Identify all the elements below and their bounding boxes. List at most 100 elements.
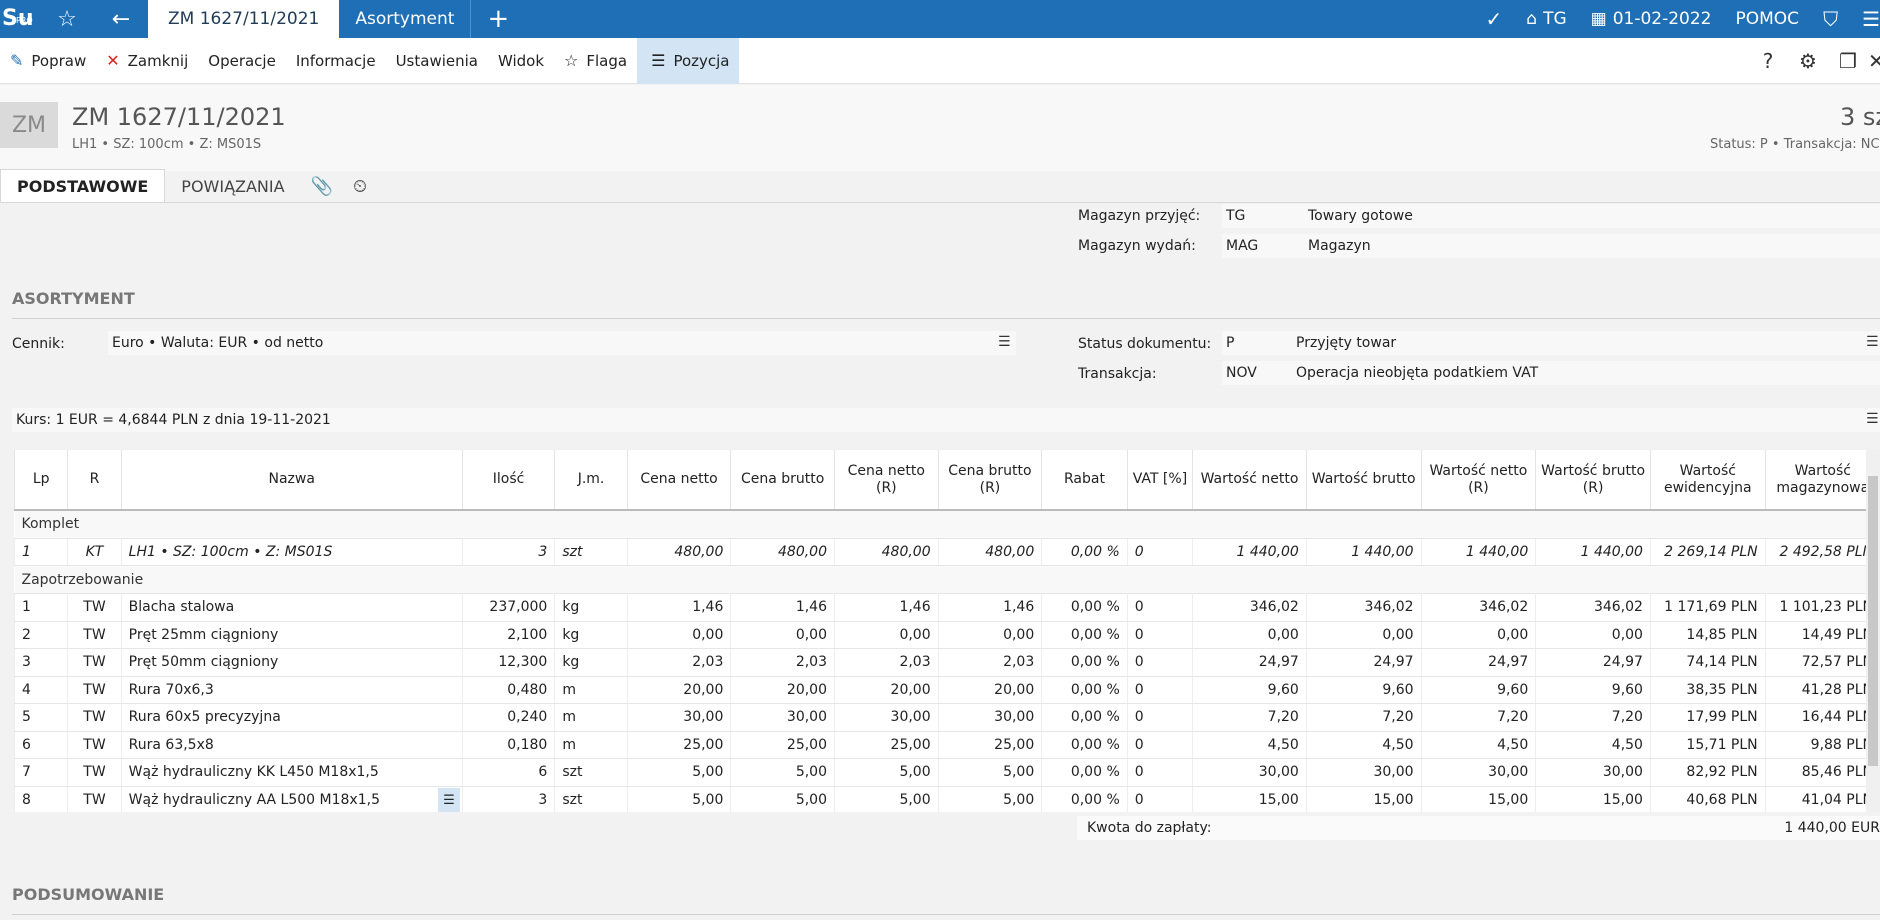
informacje-menu[interactable]: Informacje (286, 38, 386, 84)
col-header[interactable]: Wartość magazynowa (1764, 450, 1880, 511)
table-cell[interactable]: 0,00 % (1041, 593, 1128, 622)
table-cell[interactable]: 72,57 PLN (1764, 648, 1880, 677)
col-header[interactable]: J.m. (554, 450, 628, 511)
table-cell[interactable]: 40,68 PLN (1649, 786, 1766, 812)
table-cell[interactable]: 0 (1126, 538, 1193, 566)
table-row[interactable]: 4 TW Rura 70x6,3 0,480 m 20,00 20,00 20,00 20,00… (14, 676, 1880, 704)
table-cell[interactable]: Blacha stalowa (120, 593, 463, 622)
table-cell[interactable]: 4,50 (1535, 731, 1651, 759)
app-logo[interactable]: PRO Su (0, 0, 40, 38)
table-cell[interactable]: 0,00 (1305, 621, 1422, 649)
table-cell[interactable]: 3 (14, 648, 68, 677)
table-cell[interactable]: Wąż hydrauliczny AA L500 M18x1,5 (120, 786, 463, 812)
table-row[interactable]: 6 TW Rura 63,5x8 0,180 m 25,00 25,00 25,00 25,00… (14, 731, 1880, 759)
widok-menu[interactable]: Widok (488, 38, 554, 84)
table-cell[interactable]: 17,99 PLN (1649, 703, 1766, 732)
table-cell[interactable]: 0,00 (626, 621, 731, 649)
table-cell[interactable]: 6 (461, 758, 555, 787)
window-restore-icon[interactable]: ❐ (1828, 49, 1868, 73)
table-cell[interactable]: 2 (14, 621, 68, 649)
table-row[interactable]: 1 TW Blacha stalowa 237,000 kg 1,46 1,46 1,46 1,… (14, 593, 1880, 622)
table-cell[interactable]: 0,00 (937, 621, 1042, 649)
table-cell[interactable]: 0 (1126, 786, 1193, 812)
back-arrow-icon[interactable]: ← (94, 0, 148, 38)
table-cell[interactable]: Pręt 25mm ciągniony (120, 621, 463, 649)
tab-asortyment[interactable]: Asortyment (339, 0, 472, 38)
table-cell[interactable]: m (554, 703, 628, 732)
table-cell[interactable]: 5,00 (730, 758, 835, 787)
table-cell[interactable]: 5,00 (937, 786, 1042, 812)
table-cell[interactable]: 4 (14, 676, 68, 704)
table-cell[interactable]: 14,49 PLN (1764, 621, 1880, 649)
table-cell[interactable]: 41,28 PLN (1764, 676, 1880, 704)
table-cell[interactable]: 0,00 (1192, 621, 1307, 649)
table-cell[interactable]: 0,00 % (1041, 731, 1128, 759)
magazyn-przyjec-field[interactable]: TG Towary gotowe (1222, 204, 1880, 228)
kurs-menu-icon[interactable]: ☰ (1866, 411, 1879, 427)
table-cell[interactable]: Rura 63,5x8 (120, 731, 463, 759)
date-selector[interactable]: ▦ 01-02-2022 (1579, 9, 1724, 29)
warehouse-selector[interactable]: ⌂ TG (1514, 9, 1578, 29)
table-cell[interactable]: 25,00 (937, 731, 1042, 759)
table-cell[interactable]: 25,00 (834, 731, 939, 759)
col-header[interactable]: Wartość netto (1192, 450, 1307, 511)
table-cell[interactable]: 346,02 (1420, 593, 1536, 622)
table-cell[interactable]: kg (554, 593, 628, 622)
table-cell[interactable]: 4,50 (1192, 731, 1307, 759)
table-cell[interactable]: 20,00 (937, 676, 1042, 704)
table-cell[interactable]: 1 440,00 (1305, 538, 1422, 566)
table-cell[interactable]: 20,00 (626, 676, 731, 704)
table-cell[interactable]: 16,44 PLN (1764, 703, 1880, 732)
table-cell[interactable]: 0,240 (461, 703, 555, 732)
table-cell[interactable]: 0,00 % (1041, 648, 1128, 677)
table-cell[interactable]: 0,00 (1420, 621, 1536, 649)
table-cell[interactable]: 2,03 (626, 648, 731, 677)
table-cell[interactable]: 15,71 PLN (1649, 731, 1766, 759)
table-cell[interactable]: 0,00 % (1041, 758, 1128, 787)
table-cell[interactable]: TW (67, 703, 122, 732)
col-header[interactable]: Cena netto (626, 450, 731, 511)
table-cell[interactable]: 5 (14, 703, 68, 732)
table-cell[interactable]: 4,50 (1305, 731, 1422, 759)
table-cell[interactable]: 6 (14, 731, 68, 759)
table-row[interactable]: 7 TW Wąż hydrauliczny KK L450 M18x1,5 6 szt 5… (14, 758, 1880, 787)
ustawienia-menu[interactable]: Ustawienia (386, 38, 488, 84)
table-cell[interactable]: 7,20 (1305, 703, 1422, 732)
table-cell[interactable]: 30,00 (626, 703, 731, 732)
table-cell[interactable]: 5,00 (626, 786, 731, 812)
table-cell[interactable]: 82,92 PLN (1649, 758, 1766, 787)
table-cell[interactable]: 0,00 (834, 621, 939, 649)
check-circle-icon[interactable]: ✓ (1474, 7, 1515, 31)
table-cell[interactable]: 5,00 (834, 786, 939, 812)
table-cell[interactable]: 0,00 % (1041, 676, 1128, 704)
table-cell[interactable]: 346,02 (1192, 593, 1307, 622)
table-cell[interactable]: 0 (1126, 648, 1193, 677)
col-header[interactable]: Cena brutto (730, 450, 835, 511)
table-cell[interactable]: 4,50 (1420, 731, 1536, 759)
table-cell[interactable]: 7,20 (1192, 703, 1307, 732)
transakcja-field[interactable]: NOV Operacja nieobjęta podatkiem VAT (1222, 361, 1880, 385)
cennik-field[interactable]: Euro • Waluta: EUR • od netto (108, 331, 1016, 355)
table-cell[interactable]: 7,20 (1420, 703, 1536, 732)
flaga-button[interactable]: ☆ Flaga (554, 38, 637, 84)
row-menu-icon[interactable]: ☰ (438, 788, 460, 812)
table-cell[interactable]: 24,97 (1535, 648, 1651, 677)
table-cell[interactable]: 30,00 (1535, 758, 1651, 787)
col-header[interactable]: R (67, 450, 122, 511)
table-cell[interactable]: 1 440,00 (1535, 538, 1651, 566)
col-header[interactable]: Nazwa (120, 450, 463, 511)
hamburger-menu-icon[interactable]: ☰ (1850, 7, 1880, 31)
table-cell[interactable]: 30,00 (937, 703, 1042, 732)
table-cell[interactable]: TW (67, 621, 122, 649)
help-link[interactable]: POMOC (1724, 9, 1812, 29)
col-header[interactable]: Cena brutto (R) (937, 450, 1042, 511)
table-cell[interactable]: 1 440,00 (1192, 538, 1307, 566)
table-cell[interactable]: 237,000 (461, 593, 555, 622)
table-cell[interactable]: m (554, 731, 628, 759)
table-cell[interactable]: Pręt 50mm ciągniony (120, 648, 463, 677)
table-cell[interactable]: kg (554, 648, 628, 677)
table-cell[interactable]: szt (554, 538, 628, 566)
table-cell[interactable]: LH1 • SZ: 100cm • Z: MS01S (120, 538, 463, 566)
table-cell[interactable]: 480,00 (730, 538, 835, 566)
table-cell[interactable]: 30,00 (730, 703, 835, 732)
